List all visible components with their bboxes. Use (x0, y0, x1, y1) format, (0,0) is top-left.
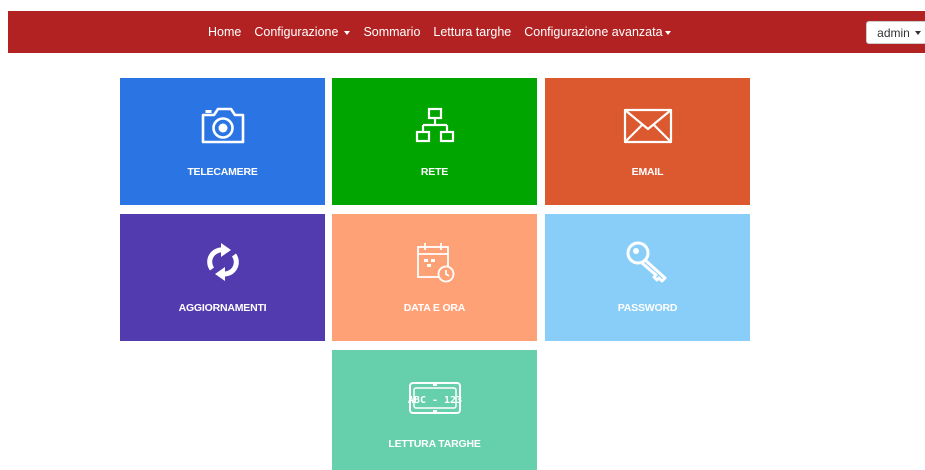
tile-data-e-ora[interactable]: DATA E ORA (332, 214, 537, 341)
calendar-clock-icon (332, 240, 537, 284)
plate-text: ABC - 123 (408, 395, 462, 406)
tile-label: PASSWORD (617, 302, 678, 314)
tile-label: TELECAMERE (187, 166, 258, 178)
tile-label: EMAIL (631, 166, 664, 178)
nav-home[interactable]: Home (208, 25, 241, 39)
nav-configurazione-avanzata-dropdown[interactable]: Configurazione avanzata (524, 25, 671, 39)
license-plate-icon: ABC - 123 (332, 376, 537, 420)
user-name: admin (877, 25, 910, 40)
nav-configurazione-avanzata-label: Configurazione avanzata (524, 25, 663, 39)
tile-aggiornamenti[interactable]: AGGIORNAMENTI (120, 214, 325, 341)
nav-menu: Home Configurazione Sommario Lettura tar… (208, 11, 684, 53)
user-menu-button[interactable]: admin (866, 21, 925, 44)
tile-label: DATA E ORA (403, 302, 466, 314)
refresh-icon (120, 240, 325, 284)
tile-rete[interactable]: RETE (332, 78, 537, 205)
top-navbar: Home Configurazione Sommario Lettura tar… (8, 11, 925, 53)
tile-label: LETTURA TARGHE (388, 438, 481, 450)
nav-home-label: Home (208, 25, 242, 39)
nav-configurazione-dropdown[interactable]: Configurazione (254, 25, 351, 39)
nav-lettura-targhe[interactable]: Lettura targhe (433, 25, 511, 39)
tile-telecamere[interactable]: TELECAMERE (120, 78, 325, 205)
caret-down-icon (664, 30, 671, 35)
nav-configurazione-label: Configurazione (254, 25, 339, 39)
tile-label: AGGIORNAMENTI (178, 302, 267, 314)
caret-down-icon (914, 31, 921, 35)
nav-lettura-targhe-label: Lettura targhe (433, 25, 512, 39)
tile-email[interactable]: EMAIL (545, 78, 750, 205)
envelope-icon (545, 104, 750, 148)
tile-label: RETE (420, 166, 449, 178)
camera-icon (120, 104, 325, 148)
tile-password[interactable]: PASSWORD (545, 214, 750, 341)
network-icon (332, 104, 537, 148)
key-icon (545, 240, 750, 284)
nav-sommario[interactable]: Sommario (363, 25, 420, 39)
nav-sommario-label: Sommario (363, 25, 421, 39)
caret-down-icon (344, 30, 351, 35)
page: Home Configurazione Sommario Lettura tar… (0, 0, 925, 470)
tile-lettura-targhe[interactable]: ABC - 123 LETTURA TARGHE (332, 350, 537, 470)
